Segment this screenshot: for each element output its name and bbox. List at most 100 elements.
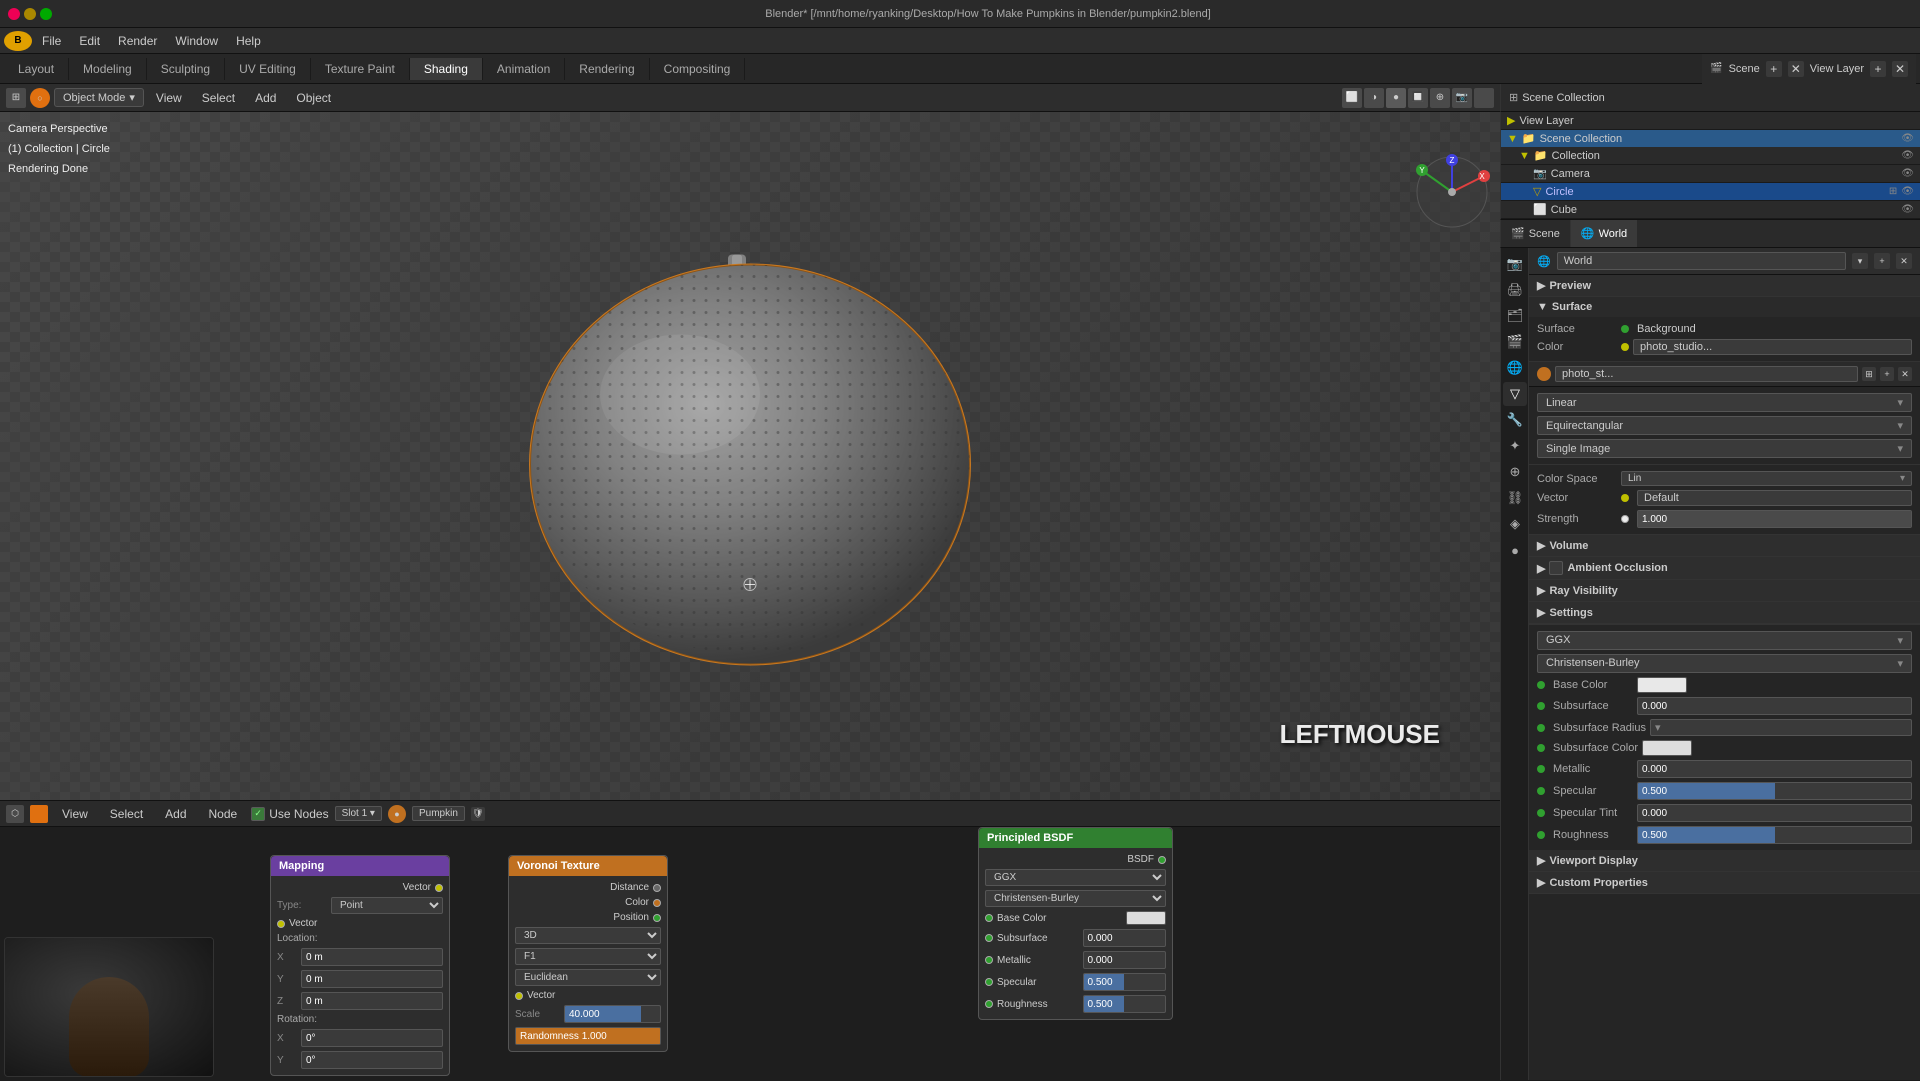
scene-coll-expand-icon[interactable]: ▼ [1507,133,1518,145]
collection-row[interactable]: ▼ 📁 Collection 👁 [1501,147,1920,165]
menu-render[interactable]: Render [110,32,165,50]
cube-eye-icon[interactable]: 👁 [1901,204,1914,215]
node-editor-node-btn[interactable]: Node [201,805,246,823]
tab-shading[interactable]: Shading [410,58,483,80]
principled-roughness-in-socket[interactable] [985,1000,993,1008]
world-tab-btn[interactable]: 🌐 World [1571,220,1637,247]
specular-prop-input[interactable]: 0.500 [1637,782,1912,800]
viewport-add-btn[interactable]: Add [247,89,284,107]
principled-base-color-swatch[interactable] [1126,911,1166,925]
principled-subsurface-select[interactable]: Christensen-Burley [985,890,1166,907]
ao-checkbox[interactable] [1549,561,1563,575]
menu-edit[interactable]: Edit [71,32,108,50]
node-editor-mode-icon[interactable]: ⬡ [6,805,24,823]
scene-name[interactable]: Scene [1729,63,1760,75]
mapping-rx-input[interactable]: 0° [301,1029,443,1047]
menu-help[interactable]: Help [228,32,269,50]
collection-expand-icon[interactable]: ▼ [1519,150,1530,162]
slot-dropdown[interactable]: Slot 1 ▾ [335,806,382,821]
linear-dropdown[interactable]: Linear ▾ [1537,393,1912,412]
distribution-dropdown[interactable]: GGX▾ [1537,631,1912,650]
tab-compositing[interactable]: Compositing [650,58,746,80]
tab-layout[interactable]: Layout [4,58,69,80]
subsurface-method-dropdown[interactable]: Christensen-Burley▾ [1537,654,1912,673]
camera-eye-icon[interactable]: 👁 [1901,168,1914,179]
surface-section-header[interactable]: ▼ Surface [1529,297,1920,317]
camera-row[interactable]: 📷 Camera 👁 [1501,165,1920,183]
object-mode-icon[interactable]: ○ [30,88,50,108]
props-icon-constraints[interactable]: ⛓ [1503,486,1527,510]
metallic-prop-input[interactable]: 0.000 [1637,760,1912,778]
world-delete-btn[interactable]: ✕ [1896,253,1912,269]
props-icon-object[interactable]: ▽ [1503,382,1527,406]
viewport-overlay-icon[interactable]: 🔲 [1408,88,1428,108]
viewport-3d[interactable]: Camera Perspective (1) Collection | Circ… [0,112,1500,800]
props-icon-material[interactable]: ● [1503,538,1527,562]
node-principled-bsdf[interactable]: Principled BSDF BSDF GGX [978,827,1173,1020]
viewport-view-btn[interactable]: View [148,89,190,107]
voronoi-f1-select[interactable]: F1 [515,948,661,965]
use-nodes-checkbox[interactable]: ✓ [251,807,265,821]
principled-metallic-socket[interactable] [985,956,993,964]
photo-new-btn[interactable]: + [1880,367,1894,381]
scene-delete-icon[interactable]: ✕ [1788,61,1804,77]
viewport-display-header[interactable]: ▶ Viewport Display [1529,850,1920,871]
tab-sculpting[interactable]: Sculpting [147,58,225,80]
minimize-window-btn[interactable] [24,8,36,20]
custom-properties-header[interactable]: ▶ Custom Properties [1529,872,1920,893]
voronoi-distance-socket[interactable] [653,884,661,892]
principled-roughness-input[interactable]: 0.500 [1083,995,1167,1013]
voronoi-vector-input-socket[interactable] [515,992,523,1000]
maximize-window-btn[interactable] [40,8,52,20]
principled-metallic-input[interactable]: 0.000 [1083,951,1167,969]
ambient-occlusion-header[interactable]: ▶ Ambient Occlusion [1529,557,1920,579]
mapping-y-input[interactable]: 0 m [301,970,443,988]
mapping-ry-input[interactable]: 0° [301,1051,443,1069]
roughness-prop-input[interactable]: 0.500 [1637,826,1912,844]
voronoi-scale-input[interactable]: 40.000 [564,1005,661,1023]
tab-animation[interactable]: Animation [483,58,565,80]
mapping-vector-output-socket[interactable] [435,884,443,892]
principled-subsurface-in-socket[interactable] [985,934,993,942]
circle-restrict-icon[interactable]: ⊞ [1889,186,1897,197]
voronoi-dim-select[interactable]: 3D [515,927,661,944]
principled-specular-input[interactable]: 0.500 [1083,973,1167,991]
photo-studio-btn[interactable]: photo_st... [1555,366,1858,382]
single-image-dropdown[interactable]: Single Image ▾ [1537,439,1912,458]
viewport-gizmo-icon[interactable]: ⊕ [1430,88,1450,108]
material-name-btn[interactable]: Pumpkin [412,806,465,821]
viewport-object-btn[interactable]: Object [288,89,339,107]
ray-visibility-header[interactable]: ▶ Ray Visibility [1529,580,1920,601]
strength-input[interactable]: 1.000 [1637,510,1912,528]
viewport-shading-material[interactable]: ◑ [1364,88,1384,108]
principled-base-color-socket[interactable] [985,914,993,922]
props-icon-physics[interactable]: ⊕ [1503,460,1527,484]
color-space-dropdown[interactable]: Lin▾ [1621,471,1912,486]
principled-dist-select[interactable]: GGX [985,869,1166,886]
node-editor-view-btn[interactable]: View [54,805,96,823]
props-icon-scene[interactable]: 🎬 [1503,330,1527,354]
node-editor-select-btn[interactable]: Select [102,805,151,823]
nav-gizmo[interactable]: X Y Z [1412,152,1492,232]
color-texture-btn[interactable]: photo_studio... [1633,339,1912,355]
use-nodes-toggle[interactable]: ✓ Use Nodes [251,807,328,821]
viewport-shading-rendered[interactable]: ● [1386,88,1406,108]
world-name-input[interactable]: World [1557,252,1846,270]
scene-coll-eye-icon[interactable]: 👁 [1901,133,1914,144]
volume-header[interactable]: ▶ Volume [1529,535,1920,556]
node-editor-add-btn[interactable]: Add [157,805,194,823]
material-shield-icon[interactable]: 🛡 [471,807,485,821]
voronoi-euclidean-select[interactable]: Euclidean [515,969,661,986]
world-new-btn[interactable]: + [1874,253,1890,269]
specular-tint-input[interactable]: 0.000 [1637,804,1912,822]
object-mode-dropdown[interactable]: Object Mode▾ [54,88,144,107]
vector-default-btn[interactable]: Default [1637,490,1912,506]
base-color-prop-swatch[interactable] [1637,677,1687,693]
view-layer-label[interactable]: View Layer [1810,63,1864,75]
subsurface-prop-input[interactable]: 0.000 [1637,697,1912,715]
node-voronoi[interactable]: Voronoi Texture Distance Color Position [508,855,668,1052]
viewport-pause-icon[interactable] [1474,88,1494,108]
circle-row[interactable]: ▽ Circle ⊞ 👁 [1501,183,1920,201]
mapping-x-input[interactable]: 0 m [301,948,443,966]
props-icon-view-layer[interactable]: 🗂 [1503,304,1527,328]
